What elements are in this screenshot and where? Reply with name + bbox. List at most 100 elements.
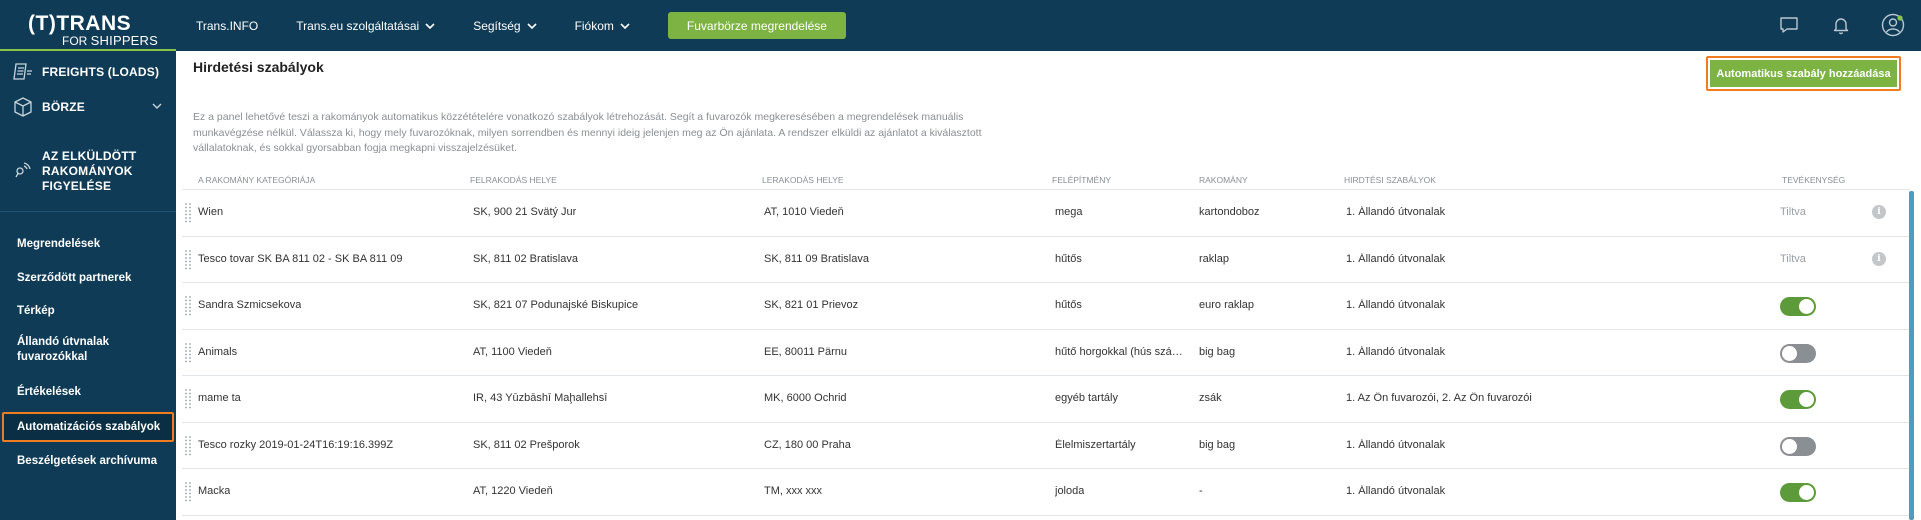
nav-account[interactable]: Fiókom [575, 19, 630, 33]
cell-rules: 1. Állandó útvonalak [1346, 299, 1446, 311]
nav-label: Segítség [473, 18, 521, 33]
cell-unloading: CZ, 180 00 Praha [764, 438, 851, 451]
order-exchange-button[interactable]: Fuvarbörze megrendelése [667, 12, 846, 39]
info-icon[interactable]: i [1872, 251, 1886, 266]
activity-toggle[interactable] [1780, 436, 1816, 456]
activity-toggle[interactable] [1780, 343, 1816, 363]
cell-loading: SK, 821 07 Podunajské Biskupice [473, 299, 639, 311]
sidebar-label-line: RAKOMÁNYOK [42, 164, 133, 178]
main-content: Hirdetési szabályok Automatikus szabály … [176, 51, 1921, 520]
add-automatic-rule-button[interactable]: Automatikus szabály hozzáadása [1710, 60, 1897, 87]
cell-body: joloda [1055, 485, 1085, 497]
cell-loading: AT, 1220 Viedeň [473, 485, 553, 497]
activity-toggle[interactable] [1780, 483, 1816, 502]
cell-body: mega [1055, 206, 1083, 218]
cell-body: hűtő horgokkal (hús száll… [1055, 345, 1185, 358]
sidebar-item-ratings[interactable]: Értékelések [17, 385, 81, 400]
nav-label: Trans.INFO [196, 18, 259, 33]
rules-table: A RAKOMÁNY KATEGÓRIÁJA FELRAKODÁS HELYE … [182, 168, 1910, 516]
table-row[interactable]: Tesco tovar SK BA 811 02 - SK BA 811 09 S… [182, 237, 1910, 283]
drag-handle-icon[interactable] [184, 202, 192, 224]
column-header: TEVÉKENYSÉG [1782, 175, 1846, 185]
sidebar-label-line: AZ ELKÜLDÖTT [42, 149, 137, 163]
sidebar-item-chat-archive[interactable]: Beszélgetések archívuma [17, 454, 157, 469]
page-title: Hirdetési szabályok [193, 59, 324, 75]
sidebar-item-partners[interactable]: Szerződött partnerek [17, 271, 131, 286]
info-icon[interactable]: i [1872, 205, 1886, 219]
nav-services[interactable]: Trans.eu szolgáltatásai [296, 19, 435, 33]
toggle-knob [1799, 485, 1814, 500]
box-icon [14, 97, 32, 117]
drag-handle-icon[interactable] [184, 295, 192, 317]
sidebar-item-label: FREIGHTS (LOADS) [42, 65, 160, 79]
sidebar-label-line: Állandó útvnalak [17, 336, 110, 348]
cell-cargo: euro raklap [1199, 299, 1255, 311]
scrollbar[interactable] [1909, 191, 1914, 520]
top-bar: (T)TRANS FOR SHIPPERS Trans.INFO Trans.e… [0, 0, 1921, 51]
cell-rules: 1. Állandó útvonalak [1346, 206, 1446, 218]
cell-cargo: kartondoboz [1199, 206, 1260, 218]
cell-cargo: zsák [1199, 392, 1222, 404]
table-row[interactable]: Sandra Szmicsekova SK, 821 07 Podunajské … [182, 283, 1910, 330]
drag-handle-icon[interactable] [184, 388, 192, 410]
drag-handle-icon[interactable] [184, 481, 192, 503]
logo-line2b: SHIPPERS [90, 33, 159, 48]
status-disabled-text: Tiltva [1780, 252, 1806, 265]
nav-help[interactable]: Segítség [473, 18, 537, 33]
table-row[interactable]: Macka AT, 1220 Viedeň TM, xxx xxx joloda - 1.… [182, 469, 1910, 516]
cell-body: egyéb tartály [1055, 392, 1118, 404]
cell-category: mame ta [198, 392, 241, 404]
status-disabled-text: Tiltva [1780, 206, 1806, 218]
cell-category: Tesco tovar SK BA 811 02 - SK BA 811 09 [198, 252, 403, 265]
top-icons [1749, 13, 1905, 37]
sidebar-divider [0, 211, 176, 212]
user-avatar-icon[interactable] [1881, 13, 1905, 37]
drag-handle-icon[interactable] [184, 342, 192, 364]
chat-icon[interactable] [1777, 13, 1801, 37]
cell-unloading: MK, 6000 Ochrid [764, 392, 847, 404]
cell-rules: 1. Állandó útvonalak [1346, 485, 1446, 497]
table-row[interactable]: Wien SK, 900 21 Svätý Jur AT, 1010 Viedeň m… [182, 190, 1910, 237]
table-row[interactable]: Animals AT, 1100 Viedeň EE, 80011 Pärnu hűt… [182, 330, 1910, 376]
cell-cargo: raklap [1199, 252, 1229, 265]
sidebar-item-label: AZ ELKÜLDÖTT RAKOMÁNYOK FIGYELÉSE [42, 149, 136, 194]
cell-unloading: SK, 811 09 Bratislava [764, 252, 869, 265]
nav-label: Fiókom [574, 18, 614, 33]
nav-label: Trans.eu szolgáltatásai [296, 18, 420, 33]
table-row[interactable]: mame ta IR, 43 Yūzbāshī Maḩallehsī MK, 600… [182, 376, 1910, 423]
cell-rules: 1. Állandó útvonalak [1346, 252, 1446, 265]
cell-loading: IR, 43 Yūzbāshī Maḩallehsī [473, 392, 608, 404]
activity-toggle[interactable] [1780, 390, 1816, 409]
logo-line2: FOR SHIPPERS [62, 33, 158, 48]
trans-for-shippers-logo[interactable]: (T)TRANS FOR SHIPPERS [28, 12, 158, 48]
sidebar: FREIGHTS (LOADS) BÖRZE AZ ELKÜLDÖTT RAKO… [0, 51, 176, 520]
cell-cargo: - [1199, 485, 1203, 497]
drag-handle-icon[interactable] [184, 249, 192, 271]
activity-toggle[interactable] [1780, 297, 1816, 316]
sidebar-item-orders[interactable]: Megrendelések [17, 237, 100, 252]
cell-body: Élelmiszertartály [1055, 438, 1136, 451]
freights-icon [13, 63, 32, 80]
column-header: A RAKOMÁNY KATEGÓRIÁJA [198, 175, 316, 185]
table-row[interactable]: Tesco rozky 2019-01-24T16:19:16.399Z SK, … [182, 423, 1910, 469]
drag-handle-icon[interactable] [184, 435, 192, 457]
chevron-down-icon [425, 22, 435, 29]
sidebar-item-automation-rules[interactable]: Automatizációs szabályok [17, 420, 160, 435]
cell-category: Wien [198, 206, 224, 218]
cell-body: hűtős [1055, 299, 1082, 311]
cell-category: Tesco rozky 2019-01-24T16:19:16.399Z [198, 438, 394, 451]
sidebar-item-map[interactable]: Térkép [17, 304, 55, 319]
nav-trans-info[interactable]: Trans.INFO [196, 19, 258, 33]
cell-category: Sandra Szmicsekova [198, 299, 302, 311]
page-description: Ez a panel lehetővé teszi a rakományok a… [193, 111, 982, 154]
sidebar-item-permanent-routes[interactable]: Állandó útvnalak fuvarozókkal [17, 335, 109, 365]
toggle-knob [1782, 438, 1797, 454]
table-header: A RAKOMÁNY KATEGÓRIÁJA FELRAKODÁS HELYE … [182, 168, 1910, 190]
chevron-down-icon [620, 22, 630, 29]
top-nav: Trans.INFO Trans.eu szolgáltatásai Segít… [196, 0, 846, 51]
cell-unloading: TM, xxx xxx [764, 485, 823, 497]
cell-cargo: big bag [1199, 438, 1236, 451]
cell-cargo: big bag [1199, 345, 1236, 358]
bell-icon[interactable] [1829, 13, 1853, 37]
cell-category: Macka [198, 485, 231, 497]
